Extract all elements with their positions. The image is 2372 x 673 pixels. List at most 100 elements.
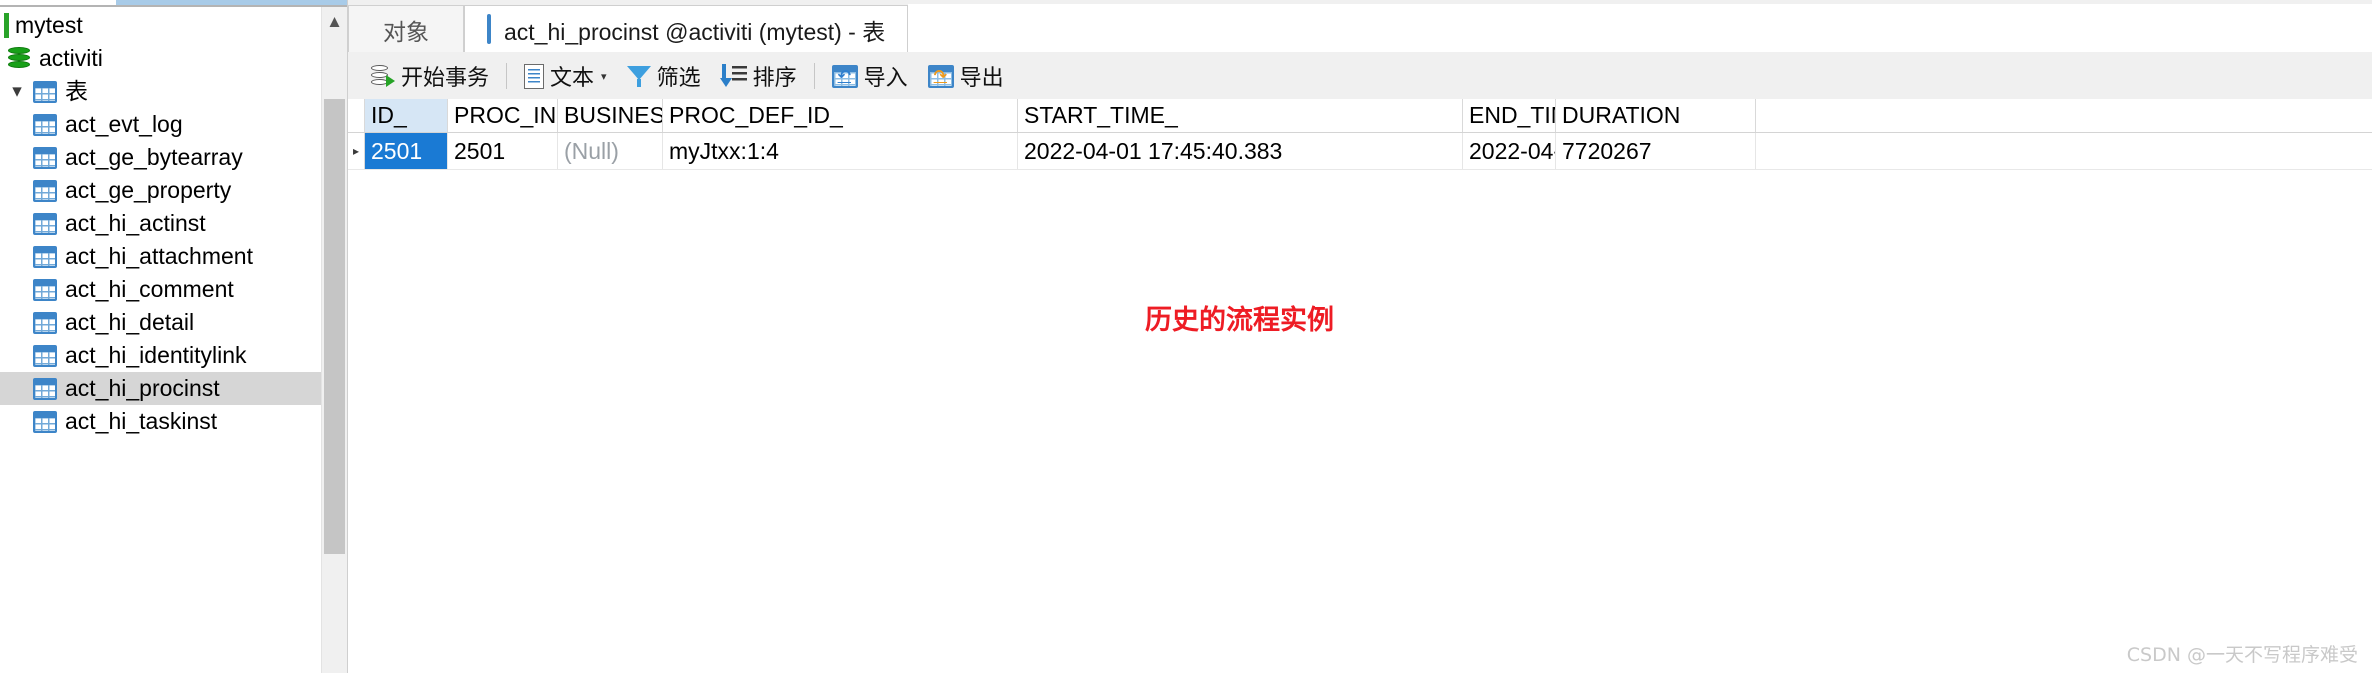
table-row[interactable]: ▸ 2501 2501 (Null) myJtxx:1:4 2022-04-01 17:4… [348, 133, 2372, 170]
text-document-icon [524, 63, 545, 89]
object-tree-sidebar: mytest activiti ▾ 表 act_evt_log act_ge_bytear… [0, 0, 348, 673]
chevron-up-icon[interactable]: ▲ [322, 7, 347, 37]
toolbar-button-import[interactable]: ↶ 导入 [822, 57, 918, 95]
table-icon [30, 311, 60, 334]
table-cell[interactable]: 7720267 [1556, 133, 1756, 169]
chevron-down-icon[interactable]: ▾ [601, 70, 607, 83]
table-icon [30, 410, 60, 433]
column-header-PROC_INS[interactable]: PROC_INS [448, 99, 558, 132]
tab-strip: 对象 act_hi_procinst @activiti (mytest) - 表 [348, 0, 2372, 53]
table-icon [487, 14, 493, 44]
table-icon [30, 278, 60, 301]
row-marker: ▸ [348, 133, 365, 169]
grid-empty-space [348, 170, 2372, 673]
tree-item-label: act_hi_procinst [65, 375, 220, 401]
table-cell-value: 2501 [454, 137, 506, 164]
tree-item-act_ge_bytearray[interactable]: act_ge_bytearray [0, 141, 347, 174]
table-cell[interactable]: 2022-04-0 [1463, 133, 1556, 169]
toolbar-button-text-document[interactable]: 文本 ▾ [514, 57, 617, 95]
grid-header-row: ID_ PROC_INS BUSINESS_ PROC_DEF_ID_ START_TI… [348, 99, 2372, 133]
column-header-label: PROC_DEF_ID_ [669, 102, 843, 128]
sidebar-scrollbar[interactable]: ▲ [321, 7, 347, 673]
begin-transaction-icon [371, 64, 395, 89]
tree-item-label: act_hi_detail [65, 309, 195, 335]
tree-item-label: act_ge_bytearray [65, 144, 243, 170]
table-cell[interactable]: myJtxx:1:4 [663, 133, 1018, 169]
tree-item-activiti[interactable]: activiti [0, 42, 347, 75]
column-header-label: START_TIME_ [1024, 102, 1178, 128]
toolbar-separator [506, 63, 508, 89]
tree-item-label: 表 [65, 78, 88, 104]
tree-item-act_hi_identitylink[interactable]: act_hi_identitylink [0, 339, 347, 372]
tree-item-mytest[interactable]: mytest [0, 9, 347, 42]
import-icon: ↶ [831, 64, 858, 88]
tree-item-act_ge_property[interactable]: act_ge_property [0, 174, 347, 207]
column-header-END_TIME[interactable]: END_TIME [1463, 99, 1556, 132]
column-header-PROC_DEF_ID_[interactable]: PROC_DEF_ID_ [663, 99, 1018, 132]
table-icon [30, 80, 60, 103]
database-icon [4, 46, 34, 71]
tree-item-label: activiti [39, 45, 103, 71]
sort-icon [719, 64, 747, 88]
tab-active[interactable]: act_hi_procinst @activiti (mytest) - 表 [464, 5, 909, 53]
nav-cat-app-window: mytest activiti ▾ 表 act_evt_log act_ge_bytear… [0, 0, 2372, 673]
table-cell[interactable]: 2022-04-01 17:45:40.383 [1018, 133, 1463, 169]
tree-item-label: act_hi_taskinst [65, 408, 218, 434]
filter-funnel-icon [626, 64, 651, 88]
toolbar-button-label: 导出 [959, 65, 1004, 90]
data-grid: ID_ PROC_INS BUSINESS_ PROC_DEF_ID_ START_TI… [348, 99, 2372, 673]
database-tree: mytest activiti ▾ 表 act_evt_log act_ge_bytear… [0, 7, 347, 438]
toolbar-button-export[interactable]: ↷ 导出 [918, 57, 1014, 95]
tab-strip-filler [908, 4, 2372, 53]
column-header-ID_[interactable]: ID_ [365, 99, 448, 132]
column-header-DURATION[interactable]: DURATION [1556, 99, 1756, 132]
tree-item-act_hi_procinst[interactable]: act_hi_procinst [0, 372, 347, 405]
toolbar-button-label: 排序 [752, 65, 797, 90]
table-icon [30, 212, 60, 235]
toolbar-button-filter-funnel[interactable]: 筛选 [617, 57, 711, 95]
toolbar-button-label: 文本 [550, 65, 595, 90]
tree-item-act_hi_attachment[interactable]: act_hi_attachment [0, 240, 347, 273]
column-header-START_TIME_[interactable]: START_TIME_ [1018, 99, 1463, 132]
table-cell-value: myJtxx:1:4 [669, 137, 779, 164]
toolbar-button-sort[interactable]: 排序 [711, 57, 807, 95]
chevron-down-icon[interactable]: ▾ [4, 82, 30, 101]
column-header-label: DURATION [1562, 102, 1681, 128]
sidebar-top-rail [0, 0, 347, 7]
callout-history-process-instance: 历史的流程实例 [1145, 305, 1334, 336]
table-cell-value: 2022-04-01 17:45:40.383 [1024, 137, 1283, 164]
grid-toolbar: 开始事务 文本 ▾ 筛选 排序 ↶ 导入 ↷ 导出 [348, 53, 2372, 99]
table-cell-value: 2501 [371, 137, 423, 164]
table-cell[interactable]: (Null) [558, 133, 663, 169]
table-icon [30, 113, 60, 136]
toolbar-separator [813, 63, 815, 89]
toolbar-button-label: 导入 [863, 65, 908, 90]
tree-item-label: mytest [15, 12, 83, 38]
tab-objects[interactable]: 对象 [348, 5, 464, 53]
tree-item-act_hi_actinst[interactable]: act_hi_actinst [0, 207, 347, 240]
tab-label: act_hi_procinst @activiti (mytest) - 表 [504, 18, 886, 45]
column-header-BUSINESS_[interactable]: BUSINESS_ [558, 99, 663, 132]
tree-item-label: act_evt_log [65, 111, 183, 137]
scrollbar-thumb[interactable] [324, 99, 345, 554]
tree-item-act_evt_log[interactable]: act_evt_log [0, 108, 347, 141]
tree-item-label: act_hi_attachment [65, 243, 253, 269]
table-icon [30, 146, 60, 169]
table-icon [30, 344, 60, 367]
tree-item-label: act_hi_actinst [65, 210, 206, 236]
export-icon: ↷ [927, 64, 954, 88]
table-cell-value: 2022-04-0 [1469, 137, 1555, 164]
tree-item-表[interactable]: ▾ 表 [0, 75, 347, 108]
tree-item-act_hi_comment[interactable]: act_hi_comment [0, 273, 347, 306]
column-header-label: BUSINESS_ [564, 102, 662, 128]
tree-item-label: act_hi_comment [65, 276, 234, 302]
tree-item-act_hi_detail[interactable]: act_hi_detail [0, 306, 347, 339]
tab-label: 对象 [383, 18, 429, 45]
grid-gutter-header [348, 99, 365, 132]
tree-item-act_hi_taskinst[interactable]: act_hi_taskinst [0, 405, 347, 438]
table-cell[interactable]: 2501 [365, 133, 448, 169]
table-icon [30, 377, 60, 400]
toolbar-button-begin-transaction[interactable]: 开始事务 [361, 57, 499, 95]
table-cell[interactable]: 2501 [448, 133, 558, 169]
main-panel: 对象 act_hi_procinst @activiti (mytest) - 表… [348, 0, 2372, 673]
